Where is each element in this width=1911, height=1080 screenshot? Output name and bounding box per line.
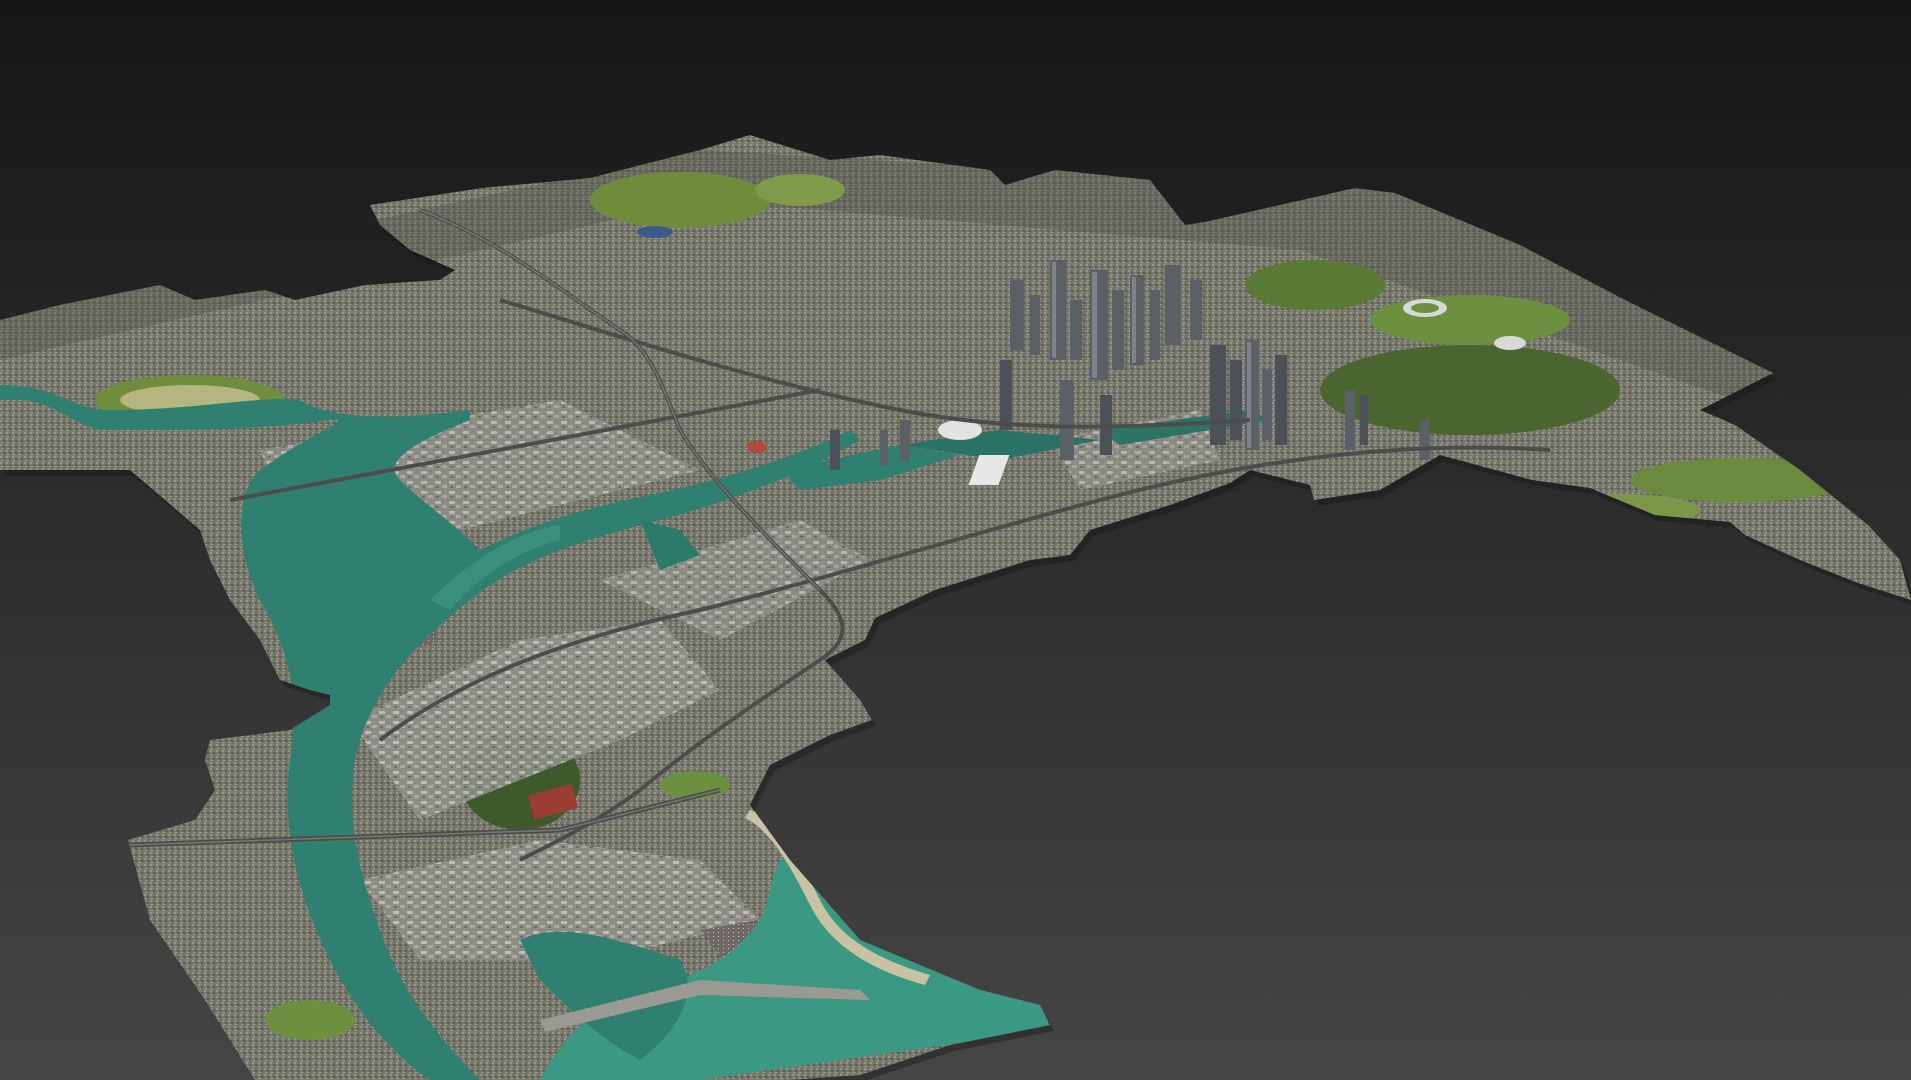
- 3d-viewport[interactable]: [0, 0, 1911, 1080]
- tennis-arena: [1494, 336, 1526, 350]
- viewport-canvas[interactable]: [0, 0, 1911, 1080]
- park-east: [1245, 260, 1385, 310]
- zoo-pond: [637, 226, 673, 238]
- park-north: [590, 172, 770, 228]
